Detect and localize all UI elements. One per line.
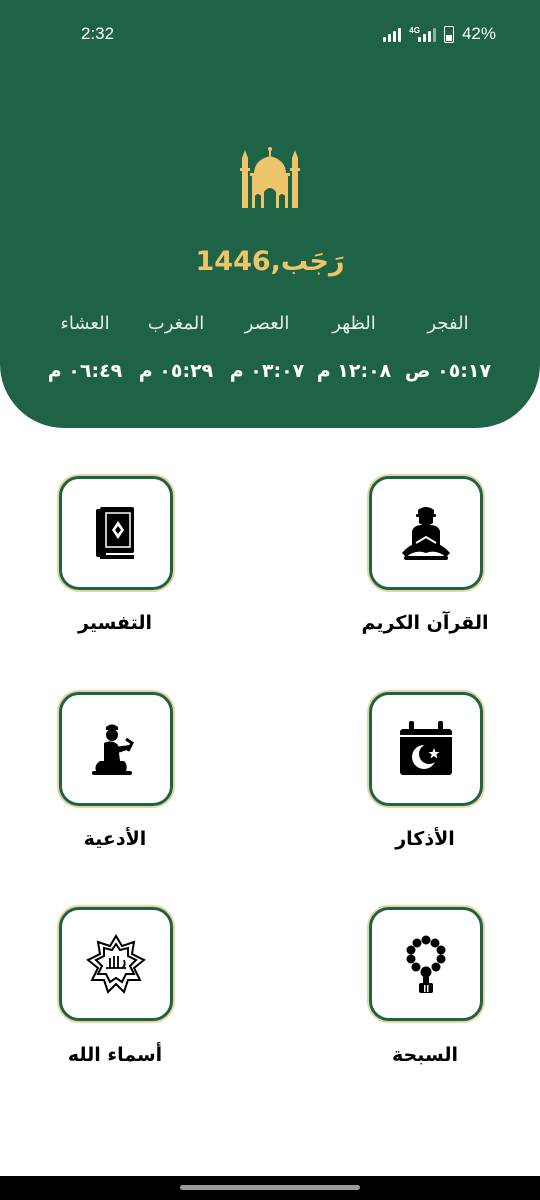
signal-icon xyxy=(383,26,402,42)
prayer-beads-icon xyxy=(406,935,446,993)
network-label: 4G xyxy=(409,26,420,35)
praying-person-icon xyxy=(92,724,134,775)
allah-star-icon xyxy=(86,934,146,994)
quran-label[interactable]: القرآن الكريم xyxy=(315,612,535,634)
tafsir-button[interactable] xyxy=(59,476,173,590)
status-time: 2:32 xyxy=(81,24,115,43)
prayer-time-dhuhr: ١٢:٠٨ م xyxy=(316,360,392,382)
book-icon xyxy=(96,507,134,559)
prayer-time-maghrib: ٠٥:٢٩ م xyxy=(138,360,214,382)
prayer-name-dhuhr: الظهر xyxy=(332,313,376,334)
tasbih-button[interactable] xyxy=(369,907,483,1021)
duas-button[interactable] xyxy=(59,692,173,806)
prayer-name-isha: العشاء xyxy=(60,313,110,334)
status-icons: 4G 42% xyxy=(383,22,496,46)
system-nav-bar xyxy=(0,1176,540,1200)
prayer-name-fajr: الفجر xyxy=(427,313,469,334)
mosque-icon xyxy=(240,147,300,208)
tafsir-label[interactable]: التفسير xyxy=(5,612,225,634)
prayer-name-maghrib: المغرب xyxy=(147,313,205,334)
home-gesture-handle[interactable] xyxy=(180,1185,360,1190)
battery-icon xyxy=(443,25,454,43)
prayer-name-asr: العصر xyxy=(244,313,290,334)
prayer-time-isha: ٠٦:٤٩ م xyxy=(47,360,123,382)
quran-reader-icon xyxy=(402,507,450,560)
battery-percent: 42% xyxy=(461,24,496,43)
azkar-label[interactable]: الأذكار xyxy=(315,828,535,850)
azkar-button[interactable] xyxy=(369,692,483,806)
names-of-allah-button[interactable] xyxy=(59,907,173,1021)
prayer-time-asr: ٠٣:٠٧ م xyxy=(229,360,305,382)
duas-label[interactable]: الأدعية xyxy=(5,828,225,850)
tasbih-label[interactable]: السبحة xyxy=(315,1044,535,1066)
signal-4g-icon: 4G xyxy=(409,26,436,42)
prayer-time-fajr: ٠٥:١٧ ص xyxy=(404,360,492,382)
calendar-crescent-icon xyxy=(400,721,452,775)
names-of-allah-label[interactable]: أسماء الله xyxy=(5,1044,225,1066)
header-panel: 2:32 4G 42% رَجَب,1446 الفجر الظهر العصر… xyxy=(0,0,540,428)
hijri-date: رَجَب,1446 xyxy=(195,246,345,277)
quran-button[interactable] xyxy=(369,476,483,590)
